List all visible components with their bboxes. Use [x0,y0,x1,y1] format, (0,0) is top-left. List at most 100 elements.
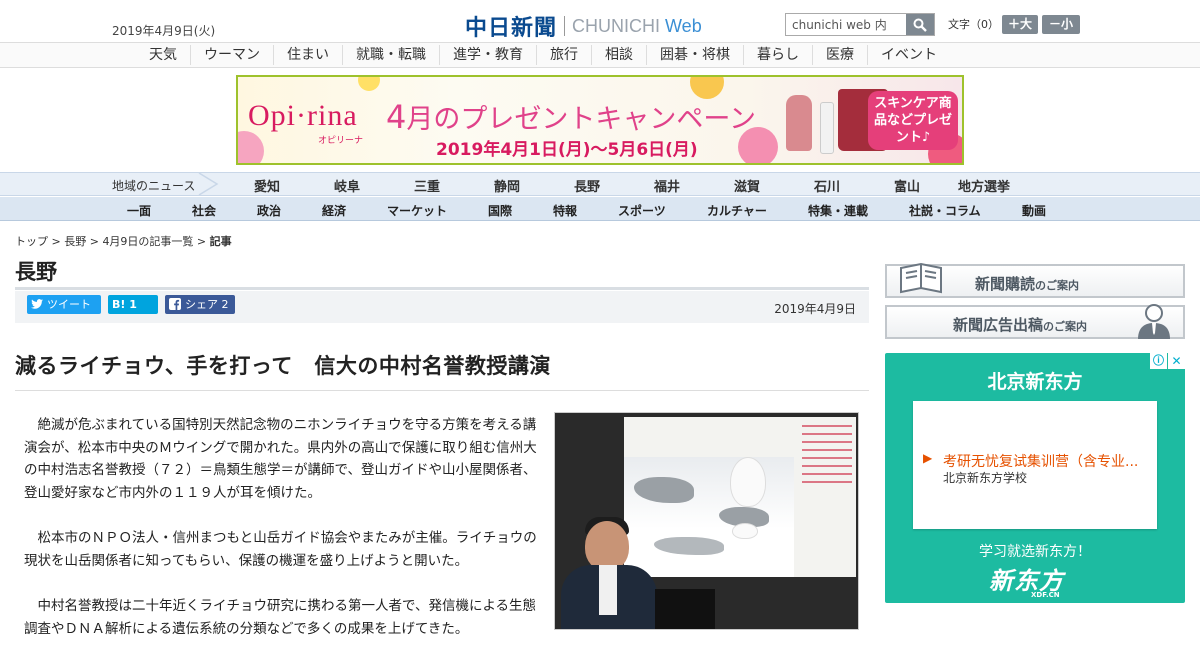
font-larger-button[interactable]: ＋大 [1002,15,1038,34]
banner-title-month: 4 [386,98,407,136]
breadcrumb-separator: > [86,235,103,248]
facebook-share-button[interactable]: シェア 2 [165,295,235,314]
banner-note: スキンケア商品などプレゼント♪ [868,91,958,150]
speaker-face [585,521,629,571]
advertise-guide-label: 新聞広告出稿のご案内 [953,314,1087,335]
advertise-guide-title: 新聞広告出稿 [953,316,1044,334]
category-nav: 天気 ウーマン 住まい 就職・転職 進学・教育 旅行 相談 囲碁・将棋 暮らし … [0,42,1200,68]
facebook-count: 2 [221,298,229,311]
region-nav-item[interactable]: 長野 [574,176,600,195]
region-nav-item[interactable]: 愛知 [254,176,280,195]
logo-jp: 中日新聞 [465,15,558,41]
site-header: 2019年4月9日(火) 中日新聞 CHUNICHI Web 文字（0） ＋大 … [0,0,1200,43]
category-nav-item[interactable]: 就職・転職 [342,45,439,65]
chevron-right-icon [198,173,219,195]
ad-school: 北京新东方学校 [943,471,1028,485]
newspaper-icon [900,262,942,294]
section-nav-item[interactable]: カルチャー [707,202,767,219]
breadcrumb-top[interactable]: トップ [15,235,48,248]
advertise-guide-suffix: のご案内 [1043,320,1088,333]
flower-decoration [358,77,380,91]
section-nav-item[interactable]: マーケット [387,202,447,219]
flower-decoration [238,131,264,163]
subscribe-guide-button[interactable]: 新聞購読のご案内 [885,262,1185,298]
region-nav-item[interactable]: 地方選挙 [958,176,1010,195]
section-nav-item[interactable]: 経済 [322,202,346,219]
headline-divider [15,390,869,391]
category-nav-item[interactable]: イベント [867,45,950,65]
tweet-button[interactable]: ツイート [27,295,101,314]
category-nav-item[interactable]: 進学・教育 [439,45,536,65]
search-input[interactable] [786,14,906,35]
businessman-icon [1138,304,1170,339]
banner-title-rest: 月のプレゼントキャンペーン [406,104,757,135]
category-nav-item[interactable]: 天気 [136,45,190,65]
category-nav-item[interactable]: 医療 [812,45,867,65]
section-nav-item[interactable]: スポーツ [618,202,666,219]
sidebar-ad[interactable]: ⓘ ✕ 北京新东方 ▶ 考研无忧复试集训营（含专业... 北京新东方学校 学习就… [885,353,1185,603]
category-nav-item[interactable]: 暮らし [743,45,812,65]
breadcrumb-region[interactable]: 長野 [64,235,86,248]
region-title: 長野 [15,260,57,284]
ptarmigan-image [732,523,758,539]
banner-brand: Opi·rina [248,99,358,132]
category-nav-item[interactable]: 囲碁・将棋 [646,45,743,65]
article-paragraph: 松本市のＮＰＯ法人・信州まつもと山岳ガイド協会やまたみが主催。ライチョウの現状を… [24,530,537,569]
font-size-label: 文字（0） [948,18,999,31]
region-nav-item[interactable]: 岐阜 [334,176,360,195]
hatena-count: 1 [129,298,137,311]
category-nav-item[interactable]: ウーマン [190,45,273,65]
ad-logo-sub: XDF.CN [1031,591,1060,599]
tweet-label: ツイート [47,298,91,311]
campaign-banner[interactable]: Opi·rina オピリーナ 4月のプレゼントキャンペーン 2019年4月1日(… [236,75,964,165]
article-photo[interactable] [554,412,859,630]
banner-dates: 2019年4月1日(月)〜5月6日(月) [436,140,698,160]
ad-title: 北京新东方 [987,371,1083,393]
ptarmigan-image [730,457,766,507]
chevron-right-icon: ▶ [923,451,933,465]
speaker-shirt [599,565,617,615]
ad-link[interactable]: 考研无忧复试集训营（含专业... [943,451,1138,471]
region-nav-item[interactable]: 滋賀 [734,176,760,195]
section-nav-item[interactable]: 社説・コラム [909,202,981,219]
region-nav-item[interactable]: 福井 [654,176,680,195]
hatena-icon: B! [112,298,126,311]
ad-card[interactable]: ▶ 考研无忧复试集训营（含专业... 北京新东方学校 [913,401,1157,529]
section-nav-item[interactable]: 特報 [553,202,577,219]
section-nav-item[interactable]: 一面 [127,202,151,219]
subscribe-guide-title: 新聞購読 [975,275,1036,293]
category-nav-item[interactable]: 相談 [591,45,646,65]
search-button[interactable] [906,14,934,35]
hatena-bookmark-button[interactable]: B! 1 [108,295,158,314]
region-nav-item[interactable]: 三重 [414,176,440,195]
subscribe-guide-suffix: のご案内 [1035,279,1080,292]
region-nav-item[interactable]: 静岡 [494,176,520,195]
breadcrumb-list[interactable]: 4月9日の記事一覧 [102,235,193,248]
region-nav: 地域のニュース 愛知 岐阜 三重 静岡 長野 福井 滋賀 石川 富山 地方選挙 [0,172,1200,196]
region-nav-item[interactable]: 石川 [814,176,840,195]
podium [655,589,715,629]
logo-divider [564,16,566,36]
section-nav-item[interactable]: 特集・連載 [808,202,868,219]
category-nav-item[interactable]: 旅行 [536,45,591,65]
section-nav-item[interactable]: 国際 [488,202,512,219]
font-smaller-button[interactable]: －小 [1042,15,1080,34]
banner-brand-sub: オピリーナ [318,136,364,146]
section-nav: 一面 社会 政治 経済 マーケット 国際 特報 スポーツ カルチャー 特集・連載… [0,197,1200,221]
facebook-icon [169,298,181,310]
advertise-guide-button[interactable]: 新聞広告出稿のご案内 [885,304,1185,339]
section-nav-item[interactable]: 社会 [192,202,216,219]
section-nav-item[interactable]: 政治 [257,202,281,219]
article-paragraph: 中村名誉教授は二十年近くライチョウ研究に携わる第一人者で、発信機による生態調査や… [24,598,537,637]
breadcrumb-separator: > [48,235,65,248]
header-date: 2019年4月9日(火) [112,24,216,38]
facebook-label: シェア [185,298,218,311]
cream-product-image [820,102,834,154]
breadcrumb: トップ > 長野 > 4月9日の記事一覧 > 記事 [15,233,232,249]
category-nav-item[interactable]: 住まい [273,45,342,65]
region-nav-item[interactable]: 富山 [894,176,920,195]
site-logo[interactable]: 中日新聞 CHUNICHI Web [465,10,702,42]
article-body: 絶滅が危ぶまれている国特別天然記念物のニホンライチョウを守る方策を考える講演会が… [24,414,540,663]
breadcrumb-current: 記事 [209,235,232,248]
section-nav-item[interactable]: 動画 [1022,202,1046,219]
